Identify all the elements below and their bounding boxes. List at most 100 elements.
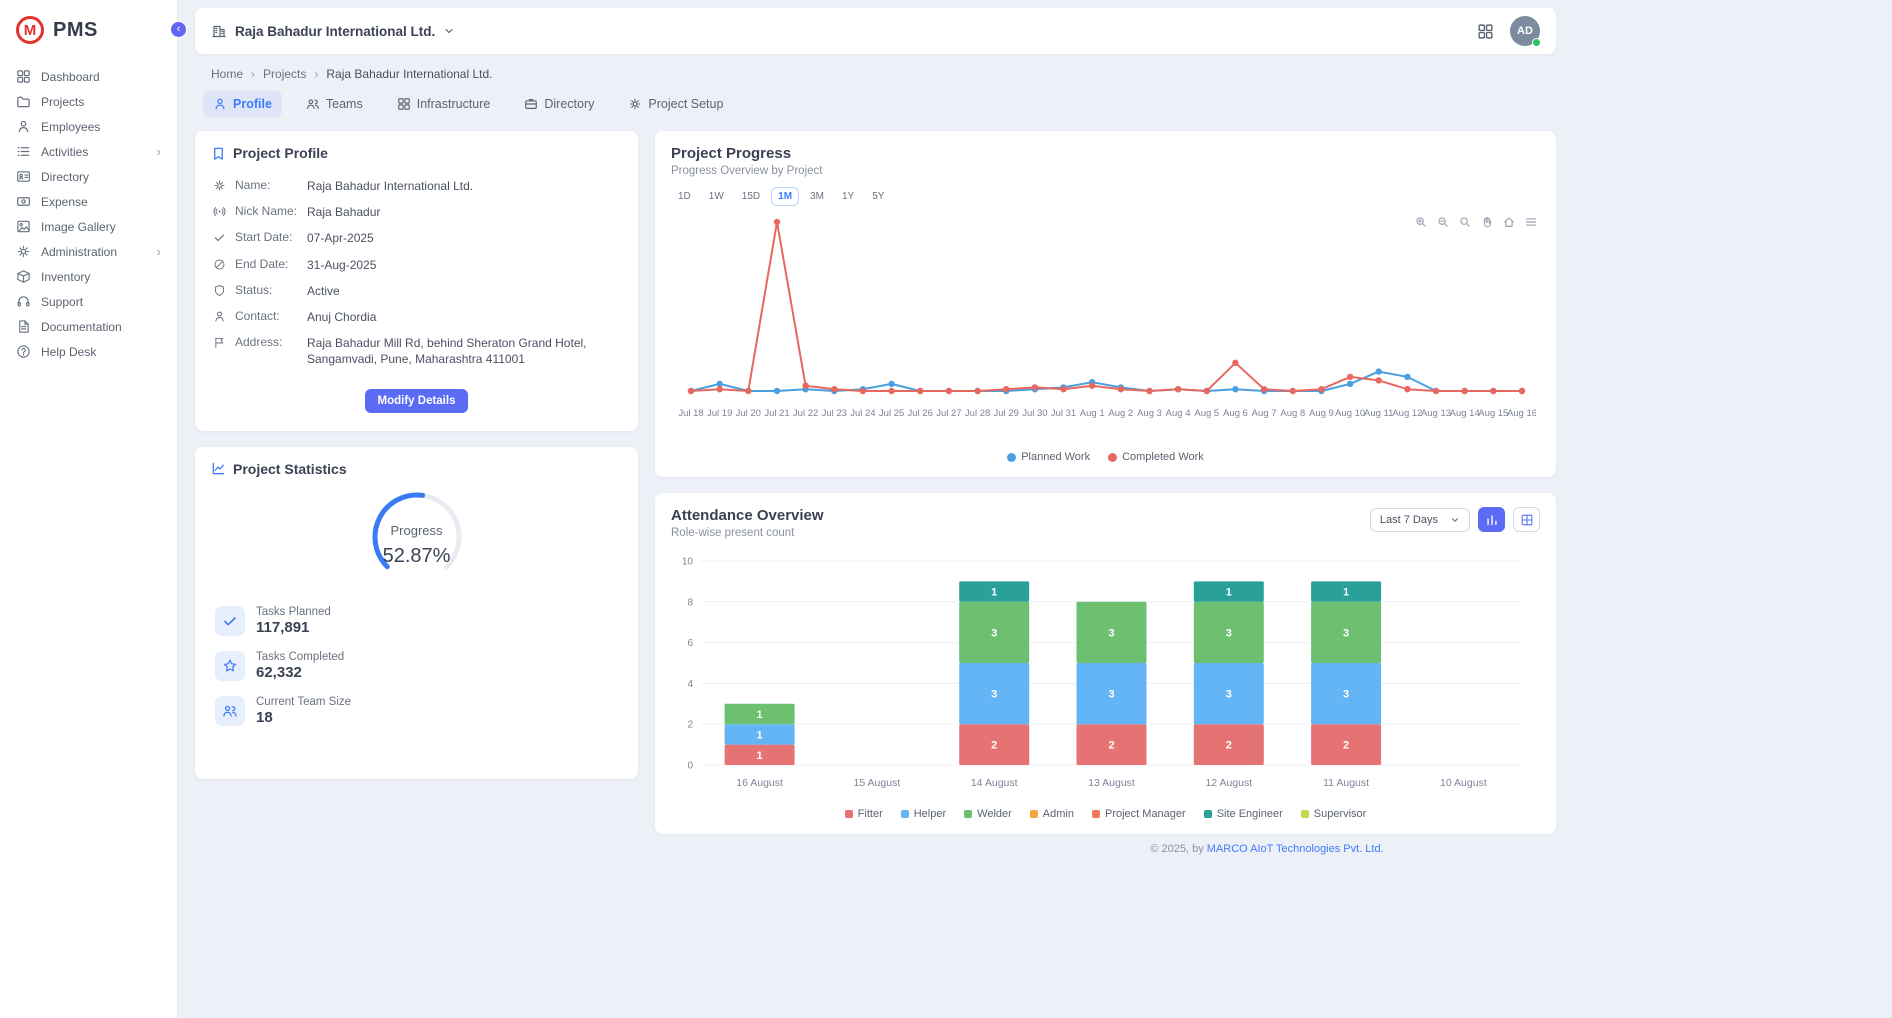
tab-project-setup[interactable]: Project Setup [618, 91, 733, 117]
stat-label: Tasks Completed [256, 651, 344, 663]
svg-text:1: 1 [1343, 587, 1349, 599]
sidebar-item-employees[interactable]: Employees [0, 114, 177, 139]
range-1y-button[interactable]: 1Y [835, 187, 861, 206]
sidebar-item-directory[interactable]: Directory [0, 164, 177, 189]
sidebar-item-label: Employees [41, 120, 161, 134]
sidebar-item-label: Dashboard [41, 70, 161, 84]
legend-item[interactable]: Admin [1030, 808, 1074, 820]
bar-chart-view-button[interactable] [1478, 507, 1505, 532]
chart-toolbar [1414, 215, 1538, 229]
home-icon[interactable] [1502, 215, 1516, 229]
legend-marker [845, 810, 853, 818]
range-5y-button[interactable]: 5Y [865, 187, 891, 206]
sidebar-item-activities[interactable]: Activities › [0, 139, 177, 164]
tab-teams[interactable]: Teams [296, 91, 373, 117]
sidebar-item-documentation[interactable]: Documentation [0, 314, 177, 339]
headset-icon [16, 294, 31, 309]
gear-icon [16, 244, 31, 259]
range-15d-button[interactable]: 15D [735, 187, 767, 206]
contact-card-icon [16, 169, 31, 184]
svg-text:0: 0 [687, 761, 693, 772]
progress-line-chart[interactable]: Jul 18Jul 19Jul 20Jul 21Jul 22Jul 23Jul … [671, 210, 1536, 442]
sidebar-collapse-button[interactable]: ‹ [170, 21, 187, 38]
legend-item[interactable]: Helper [901, 808, 946, 820]
legend-item[interactable]: Planned Work [1007, 451, 1090, 463]
svg-text:1: 1 [757, 729, 763, 741]
zoom-selection-icon[interactable] [1458, 215, 1472, 229]
profile-field-status: Status: Active [211, 278, 622, 304]
date-range-select[interactable]: Last 7 Days [1370, 508, 1470, 532]
sidebar-item-label: Image Gallery [41, 220, 161, 234]
apps-grid-icon[interactable] [1477, 23, 1494, 40]
legend-marker [901, 810, 909, 818]
card-subtitle: Role-wise present count [671, 527, 824, 539]
profile-field-name: Name: Raja Bahadur International Ltd. [211, 173, 622, 199]
breadcrumb-current: Raja Bahadur International Ltd. [326, 67, 492, 81]
sidebar-item-inventory[interactable]: Inventory [0, 264, 177, 289]
legend-item[interactable]: Supervisor [1301, 808, 1367, 820]
svg-text:11 August: 11 August [1323, 777, 1369, 789]
menu-icon[interactable] [1524, 215, 1538, 229]
range-1d-button[interactable]: 1D [671, 187, 698, 206]
app-brand: PMS [53, 19, 98, 42]
svg-text:15 August: 15 August [854, 777, 901, 789]
svg-text:Aug 4: Aug 4 [1166, 408, 1191, 419]
svg-text:Aug 5: Aug 5 [1194, 408, 1219, 419]
sidebar-item-label: Inventory [41, 270, 161, 284]
svg-text:4: 4 [687, 679, 693, 690]
svg-text:Jul 25: Jul 25 [879, 408, 904, 419]
stat-value: 117,891 [256, 619, 331, 636]
breadcrumb-projects[interactable]: Projects [263, 67, 306, 81]
sidebar-item-help-desk[interactable]: Help Desk [0, 339, 177, 364]
tab-label: Project Setup [648, 97, 723, 111]
sidebar-item-dashboard[interactable]: Dashboard [0, 64, 177, 89]
field-value: 07-Apr-2025 [307, 230, 620, 246]
svg-text:Aug 6: Aug 6 [1223, 408, 1248, 419]
svg-text:Jul 29: Jul 29 [994, 408, 1019, 419]
legend-item[interactable]: Fitter [845, 808, 883, 820]
svg-text:Jul 31: Jul 31 [1051, 408, 1076, 419]
legend-item[interactable]: Site Engineer [1204, 808, 1283, 820]
copyright-text: © 2025, by [1150, 843, 1206, 855]
legend-item[interactable]: Project Manager [1092, 808, 1186, 820]
svg-text:Aug 10: Aug 10 [1335, 408, 1365, 419]
field-label: Start Date: [235, 230, 299, 244]
field-value: Raja Bahadur [307, 204, 620, 220]
breadcrumb-home[interactable]: Home [211, 67, 243, 81]
company-link[interactable]: MARCO AIoT Technologies Pvt. Ltd. [1207, 843, 1384, 855]
company-selector[interactable]: Raja Bahadur International Ltd. [211, 23, 455, 39]
legend-marker [964, 810, 972, 818]
sidebar-item-expense[interactable]: Expense [0, 189, 177, 214]
svg-text:2: 2 [687, 720, 693, 731]
legend-item[interactable]: Welder [964, 808, 1012, 820]
zoom-out-icon[interactable] [1436, 215, 1450, 229]
range-1m-button[interactable]: 1M [771, 187, 799, 206]
tab-directory[interactable]: Directory [514, 91, 604, 117]
table-view-button[interactable] [1513, 507, 1540, 532]
svg-text:6: 6 [687, 638, 693, 649]
zoom-in-icon[interactable] [1414, 215, 1428, 229]
svg-text:16 August: 16 August [736, 777, 783, 789]
svg-text:Aug 8: Aug 8 [1280, 408, 1305, 419]
online-status-dot [1532, 38, 1541, 47]
legend-marker [1092, 810, 1100, 818]
user-icon [213, 310, 227, 324]
sidebar-item-projects[interactable]: Projects [0, 89, 177, 114]
svg-text:Aug 13: Aug 13 [1421, 408, 1451, 419]
range-1w-button[interactable]: 1W [702, 187, 731, 206]
star-icon [215, 651, 245, 681]
sidebar-item-image-gallery[interactable]: Image Gallery [0, 214, 177, 239]
sidebar-item-administration[interactable]: Administration › [0, 239, 177, 264]
card-title: Project Profile [233, 145, 328, 161]
sidebar-item-support[interactable]: Support [0, 289, 177, 314]
range-3m-button[interactable]: 3M [803, 187, 831, 206]
modify-details-button[interactable]: Modify Details [365, 389, 469, 413]
legend-label: Completed Work [1122, 451, 1204, 463]
user-avatar[interactable]: AD [1510, 16, 1540, 46]
tab-infrastructure[interactable]: Infrastructure [387, 91, 501, 117]
stat-tasks-completed: Tasks Completed 62,332 [215, 651, 618, 681]
tab-profile[interactable]: Profile [203, 91, 282, 117]
app-logo[interactable]: M PMS [0, 12, 177, 64]
legend-item[interactable]: Completed Work [1108, 451, 1204, 463]
pan-hand-icon[interactable] [1480, 215, 1494, 229]
